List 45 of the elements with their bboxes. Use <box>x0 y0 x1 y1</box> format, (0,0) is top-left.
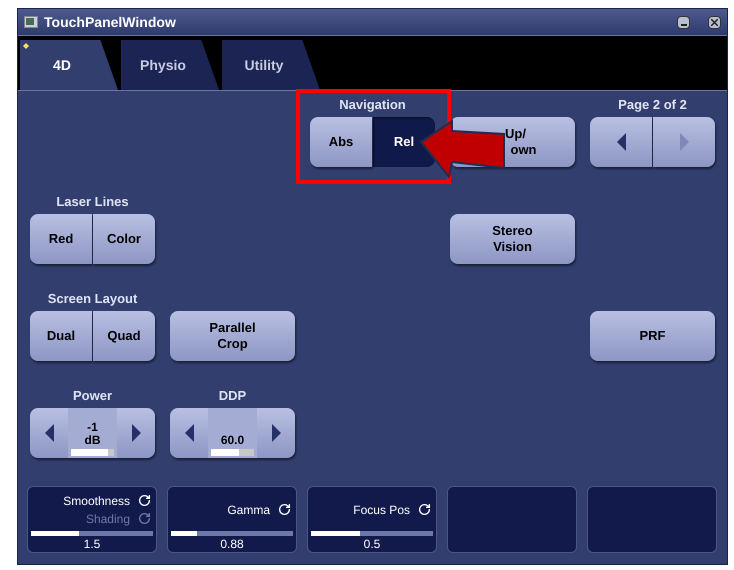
slider-fill[interactable] <box>31 531 79 536</box>
group-label: Screen Layout <box>48 291 138 308</box>
stereo-vision-button[interactable]: Stereo Vision <box>450 214 575 264</box>
value-text: -1 dB <box>84 421 100 447</box>
parameter-name: Smoothness <box>63 492 130 510</box>
previous-page-button[interactable] <box>590 117 652 167</box>
group-label: DDP <box>218 388 246 405</box>
toggle-button[interactable]: Red <box>30 214 92 264</box>
slider-fill[interactable] <box>311 531 360 536</box>
window-title: TouchPanelWindow <box>44 12 176 32</box>
parameter-value: 0.88 <box>220 536 244 552</box>
right-triangle-icon <box>272 424 280 442</box>
parameter-name: Focus Pos <box>353 502 410 519</box>
right-triangle-icon <box>132 424 140 442</box>
left-triangle-icon <box>616 133 626 151</box>
group-label: Navigation <box>339 97 406 114</box>
minimize-button[interactable] <box>677 16 690 28</box>
sparkle-icon <box>23 43 29 49</box>
parameter-card[interactable]: Gamma 0.88 <box>167 486 297 553</box>
slider-fill[interactable] <box>171 531 197 536</box>
window-icon <box>24 16 38 28</box>
parameter-name: Gamma <box>227 502 270 519</box>
tab[interactable]: 4D <box>20 40 118 90</box>
prf-button[interactable]: PRF <box>590 311 715 361</box>
parameter-value: 0.5 <box>364 536 380 552</box>
parameter-name: Shading <box>86 510 130 528</box>
close-button[interactable] <box>708 16 721 28</box>
group-label: Page 2 of 2 <box>618 97 687 114</box>
toggle-button[interactable]: Color <box>93 214 155 264</box>
toggle-button[interactable]: Quad <box>93 311 155 361</box>
parameter-value: 1.5 <box>84 536 100 552</box>
tab[interactable]: Physio <box>121 40 219 90</box>
parameter-card[interactable]: Focus Pos 0.5 <box>307 486 437 553</box>
close-icon <box>711 18 718 26</box>
value-text: 60.0 <box>220 434 244 447</box>
left-triangle-icon <box>184 424 194 442</box>
toggle-button[interactable]: Abs <box>310 117 372 167</box>
parallel-crop-button[interactable]: Parallel Crop <box>170 311 295 361</box>
toggle-button[interactable]: Rel <box>373 117 435 167</box>
right-triangle-icon <box>680 133 688 151</box>
toggle-button[interactable]: Dual <box>30 311 92 361</box>
group-label: Power <box>72 388 112 405</box>
tab[interactable]: Utility <box>222 40 320 90</box>
group-label: Laser Lines <box>56 194 129 211</box>
left-triangle-icon <box>44 424 54 442</box>
